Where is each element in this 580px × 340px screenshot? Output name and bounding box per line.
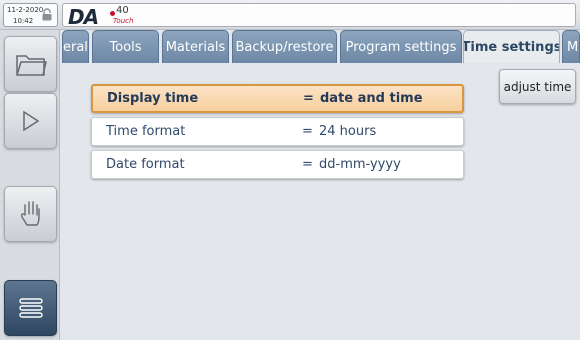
sidebar-button-settings[interactable] <box>4 280 57 336</box>
tab-backup-restore[interactable]: Backup/restore <box>232 30 337 63</box>
tab-more[interactable]: M <box>562 30 580 63</box>
sidebar-button-manual[interactable] <box>4 186 57 242</box>
list-icon <box>18 298 43 318</box>
adjust-time-button[interactable]: adjust time <box>499 69 576 104</box>
logo-area: DA 40 Touch <box>62 3 576 29</box>
date-text: 11-2-2020 <box>7 6 44 14</box>
logo-suffix: Touch <box>113 17 134 25</box>
setting-value: dd-mm-yyyy <box>319 157 401 172</box>
setting-equals: = <box>302 157 313 172</box>
logo-model: 40 <box>116 5 129 16</box>
setting-value: date and time <box>320 91 423 106</box>
setting-row-time-format[interactable]: Time format = 24 hours <box>91 117 464 146</box>
tab-label: Time settings <box>463 40 560 55</box>
tab-tools[interactable]: Tools <box>92 30 159 63</box>
sidebar-button-auto[interactable] <box>4 93 57 149</box>
tab-time-settings[interactable]: Time settings <box>463 30 560 64</box>
tab-label: Materials <box>165 39 226 55</box>
time-text: 10:42 <box>13 17 34 25</box>
sidebar-button-programs[interactable] <box>4 36 57 92</box>
tab-label: Program settings <box>345 39 457 55</box>
tab-label: eral <box>63 39 88 55</box>
time-settings-panel: Display time = date and time Time format… <box>62 63 580 340</box>
tab-program-settings[interactable]: Program settings <box>340 30 462 63</box>
setting-label: Display time <box>107 91 199 106</box>
setting-row-date-format[interactable]: Date format = dd-mm-yyyy <box>91 150 464 179</box>
logo-brand: DA <box>68 5 99 29</box>
logo-dot <box>110 11 115 16</box>
folder-icon <box>15 55 47 76</box>
tab-label: Backup/restore <box>235 39 334 55</box>
setting-equals: = <box>303 91 314 106</box>
tab-label: M <box>567 39 579 55</box>
top-bar: 11-2-2020 10:42 DA 40 Touch <box>0 0 580 30</box>
setting-value: 24 hours <box>319 124 377 139</box>
setting-row-display-time[interactable]: Display time = date and time <box>91 84 464 113</box>
play-icon <box>22 110 39 132</box>
screen: 11-2-2020 10:42 DA 40 Touch eral Tools M… <box>0 0 580 340</box>
lock-icon[interactable] <box>41 8 53 21</box>
sidebar <box>0 30 60 340</box>
tab-materials[interactable]: Materials <box>162 30 229 63</box>
setting-label: Date format <box>106 157 185 172</box>
tab-bar: eral Tools Materials Backup/restore Prog… <box>62 30 580 64</box>
tab-general[interactable]: eral <box>62 30 89 63</box>
tab-label: Tools <box>109 39 142 55</box>
setting-equals: = <box>302 124 313 139</box>
hand-icon <box>20 201 40 226</box>
setting-label: Time format <box>106 124 186 139</box>
